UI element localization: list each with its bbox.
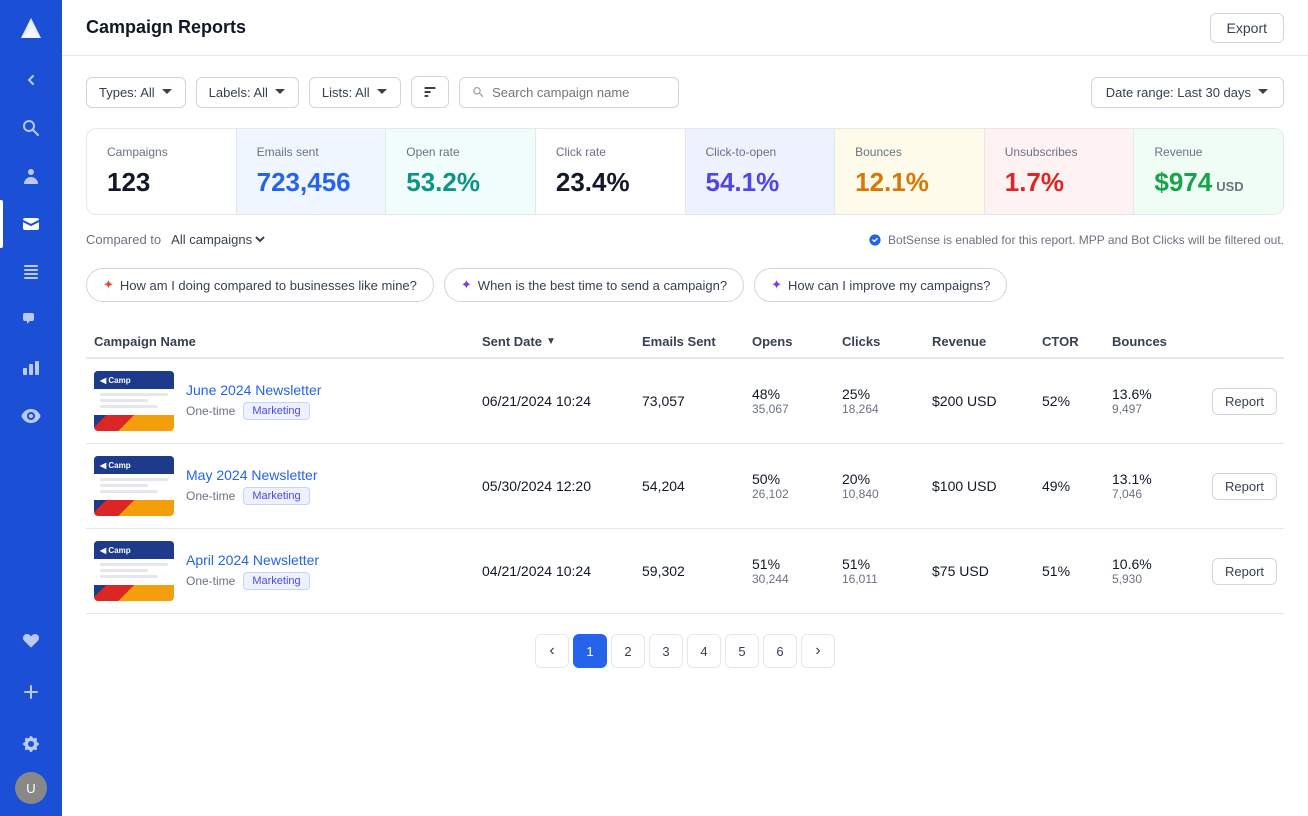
export-button[interactable]: Export [1210,13,1284,43]
campaign-thumbnail-1: ◀ Camp [94,456,174,516]
search-input[interactable] [492,85,665,100]
filter-options-button[interactable] [411,76,449,108]
report-button-2[interactable]: Report [1212,558,1277,585]
pagination-next[interactable]: › [801,634,835,668]
campaign-cell-0: ◀ Camp June 2024 Newsletter One-time Mar… [86,371,474,431]
types-filter[interactable]: Types: All [86,77,186,108]
stat-emails-sent: Emails sent 723,456 [237,129,387,214]
pagination-page-2[interactable]: 2 [611,634,645,668]
ai-prompt-2[interactable]: ✦ How can I improve my campaigns? [754,268,1007,302]
header: Campaign Reports Export [62,0,1308,56]
stat-unsubscribes: Unsubscribes 1.7% [985,129,1135,214]
compared-row: Compared to All campaigns BotSense is en… [86,231,1284,248]
report-button-0[interactable]: Report [1212,388,1277,415]
pagination-page-4[interactable]: 4 [687,634,721,668]
pagination-page-1[interactable]: 1 [573,634,607,668]
main-area: Campaign Reports Export Types: All Label… [62,0,1308,816]
content-area: Types: All Labels: All Lists: All Date r… [62,56,1308,816]
campaign-cell-2: ◀ Camp April 2024 Newsletter One-time Ma… [86,541,474,601]
sidebar-item-analytics[interactable] [0,392,62,440]
campaign-name-0[interactable]: June 2024 Newsletter [186,382,321,398]
sidebar-item-add[interactable] [0,668,62,716]
sort-icon: ▼ [546,336,556,347]
stat-bounces: Bounces 12.1% [835,129,985,214]
pagination-page-3[interactable]: 3 [649,634,683,668]
botsense-icon [868,233,882,247]
sidebar-item-contacts[interactable] [0,152,62,200]
sidebar: U [0,0,62,816]
ai-prompt-1[interactable]: ✦ When is the best time to send a campai… [444,268,744,302]
campaign-name-2[interactable]: April 2024 Newsletter [186,552,319,568]
pagination-page-6[interactable]: 6 [763,634,797,668]
compared-to-select[interactable]: All campaigns [167,231,268,248]
avatar[interactable]: U [15,772,47,804]
page-title: Campaign Reports [86,17,246,38]
pagination-prev[interactable]: ‹ [535,634,569,668]
ai-prompt-0[interactable]: ✦ How am I doing compared to businesses … [86,268,434,302]
sidebar-item-reports[interactable] [0,344,62,392]
search-wrapper [459,77,679,108]
stat-open-rate: Open rate 53.2% [386,129,536,214]
pagination-page-5[interactable]: 5 [725,634,759,668]
sidebar-item-conversations[interactable] [0,296,62,344]
filters-row: Types: All Labels: All Lists: All Date r… [86,76,1284,108]
table-row: ◀ Camp May 2024 Newsletter One-time Mark… [86,444,1284,529]
sidebar-item-search[interactable] [0,104,62,152]
campaign-cell-1: ◀ Camp May 2024 Newsletter One-time Mark… [86,456,474,516]
report-button-1[interactable]: Report [1212,473,1277,500]
stat-click-rate: Click rate 23.4% [536,129,686,214]
sidebar-item-settings[interactable] [0,720,62,768]
sidebar-item-favorites[interactable] [0,616,62,664]
campaign-name-1[interactable]: May 2024 Newsletter [186,467,318,483]
table-row: ◀ Camp June 2024 Newsletter One-time Mar… [86,359,1284,444]
campaign-thumbnail-0: ◀ Camp [94,371,174,431]
date-range-button[interactable]: Date range: Last 30 days [1091,77,1284,108]
campaign-thumbnail-2: ◀ Camp [94,541,174,601]
lists-filter[interactable]: Lists: All [309,77,401,108]
table-header: Campaign Name Sent Date ▼ Emails Sent Op… [86,326,1284,359]
botsense-note: BotSense is enabled for this report. MPP… [868,233,1284,247]
sidebar-item-automations[interactable] [0,248,62,296]
sidebar-logo[interactable] [0,0,62,56]
search-icon [472,85,485,99]
stat-click-to-open: Click-to-open 54.1% [686,129,836,214]
pagination: ‹ 1 2 3 4 5 6 › [86,614,1284,688]
ai-prompts: ✦ How am I doing compared to businesses … [86,268,1284,302]
stat-revenue: Revenue $974USD [1134,129,1283,214]
stats-row: Campaigns 123 Emails sent 723,456 Open r… [86,128,1284,215]
stat-campaigns: Campaigns 123 [87,129,237,214]
sidebar-item-campaigns[interactable] [0,200,62,248]
campaigns-table: Campaign Name Sent Date ▼ Emails Sent Op… [86,326,1284,614]
table-row: ◀ Camp April 2024 Newsletter One-time Ma… [86,529,1284,614]
labels-filter[interactable]: Labels: All [196,77,299,108]
sidebar-collapse-btn[interactable] [0,56,62,104]
